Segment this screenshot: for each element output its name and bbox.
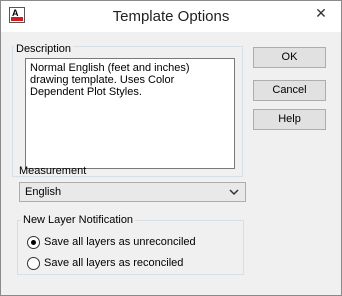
radio-label-unreconciled: Save all layers as unreconciled [44,236,196,248]
template-options-dialog: A Template Options ✕ Description Normal … [0,0,342,296]
radio-button-unchecked[interactable] [27,257,40,270]
radio-label-reconciled: Save all layers as reconciled [44,257,184,269]
description-text-area[interactable]: Normal English (feet and inches) drawing… [25,58,235,169]
layer-notification-label: New Layer Notification [21,214,136,226]
measurement-label: Measurement [19,165,87,177]
title-bar[interactable]: A Template Options ✕ [1,1,341,32]
measurement-select[interactable]: English [19,182,246,202]
dialog-content: Description Normal English (feet and inc… [1,32,341,295]
help-button[interactable]: Help [253,109,326,130]
close-icon[interactable]: ✕ [309,3,333,23]
dialog-title: Template Options [112,8,230,25]
measurement-selected-value: English [25,186,62,198]
chevron-down-icon [229,183,239,208]
cancel-button[interactable]: Cancel [253,80,326,101]
description-label: Description [14,43,74,55]
ok-button[interactable]: OK [253,47,326,68]
radio-button-checked[interactable] [27,236,40,249]
